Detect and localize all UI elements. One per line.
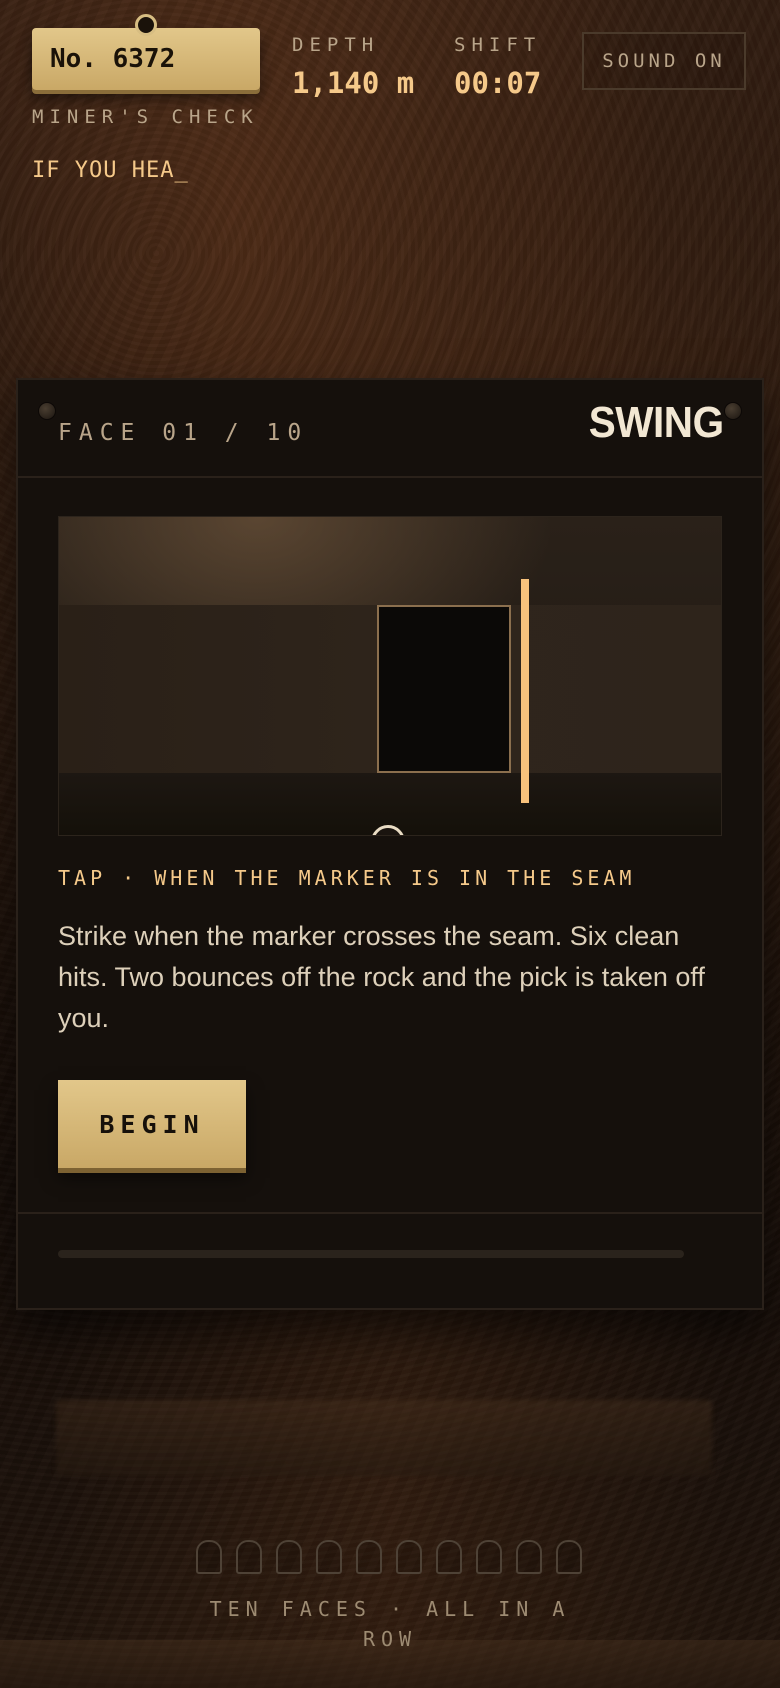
face-pip (396, 1540, 422, 1574)
game-card: FACE 01 / 10 SWING TAP · WHEN THE MARKER… (16, 378, 764, 1310)
instruction-heading: TAP · WHEN THE MARKER IS IN THE SEAM (58, 866, 636, 890)
miners-check-tag: No. 6372 (32, 14, 260, 90)
face-counter: FACE 01 / 10 (58, 420, 309, 446)
check-caption: MINER'S CHECK (32, 106, 259, 128)
begin-button[interactable]: BEGIN (58, 1080, 246, 1168)
face-pip (356, 1540, 382, 1574)
instruction-body: Strike when the marker crosses the seam.… (58, 921, 705, 1033)
face-pips (196, 1540, 582, 1574)
card-header: FACE 01 / 10 SWING (18, 380, 762, 478)
face-pip (316, 1540, 342, 1574)
shift-timer: 00:07 (454, 66, 542, 100)
tag-hole-icon (135, 14, 157, 36)
sound-toggle-button[interactable]: SOUND ON (582, 32, 746, 90)
shift-label: SHIFT (454, 34, 542, 56)
face-pip (196, 1540, 222, 1574)
footer-caption: TEN FACES · ALL IN A ROW (209, 1597, 571, 1651)
seam-target (377, 605, 511, 773)
face-pip (436, 1540, 462, 1574)
face-pip (276, 1540, 302, 1574)
depth-value: 1,140 m (292, 66, 415, 100)
face-pip (516, 1540, 542, 1574)
play-field[interactable] (58, 516, 722, 836)
check-number: No. 6372 (50, 44, 176, 74)
game-title: SWING (589, 398, 724, 447)
card-divider (18, 1212, 762, 1214)
face-pip (556, 1540, 582, 1574)
depth-label: DEPTH (292, 34, 380, 56)
face-pip (236, 1540, 262, 1574)
progress-bar (58, 1250, 684, 1258)
timber-beam (56, 1400, 712, 1476)
ticker-text: IF YOU HEA_ (32, 158, 189, 183)
swing-marker (521, 579, 529, 803)
face-pip (476, 1540, 502, 1574)
